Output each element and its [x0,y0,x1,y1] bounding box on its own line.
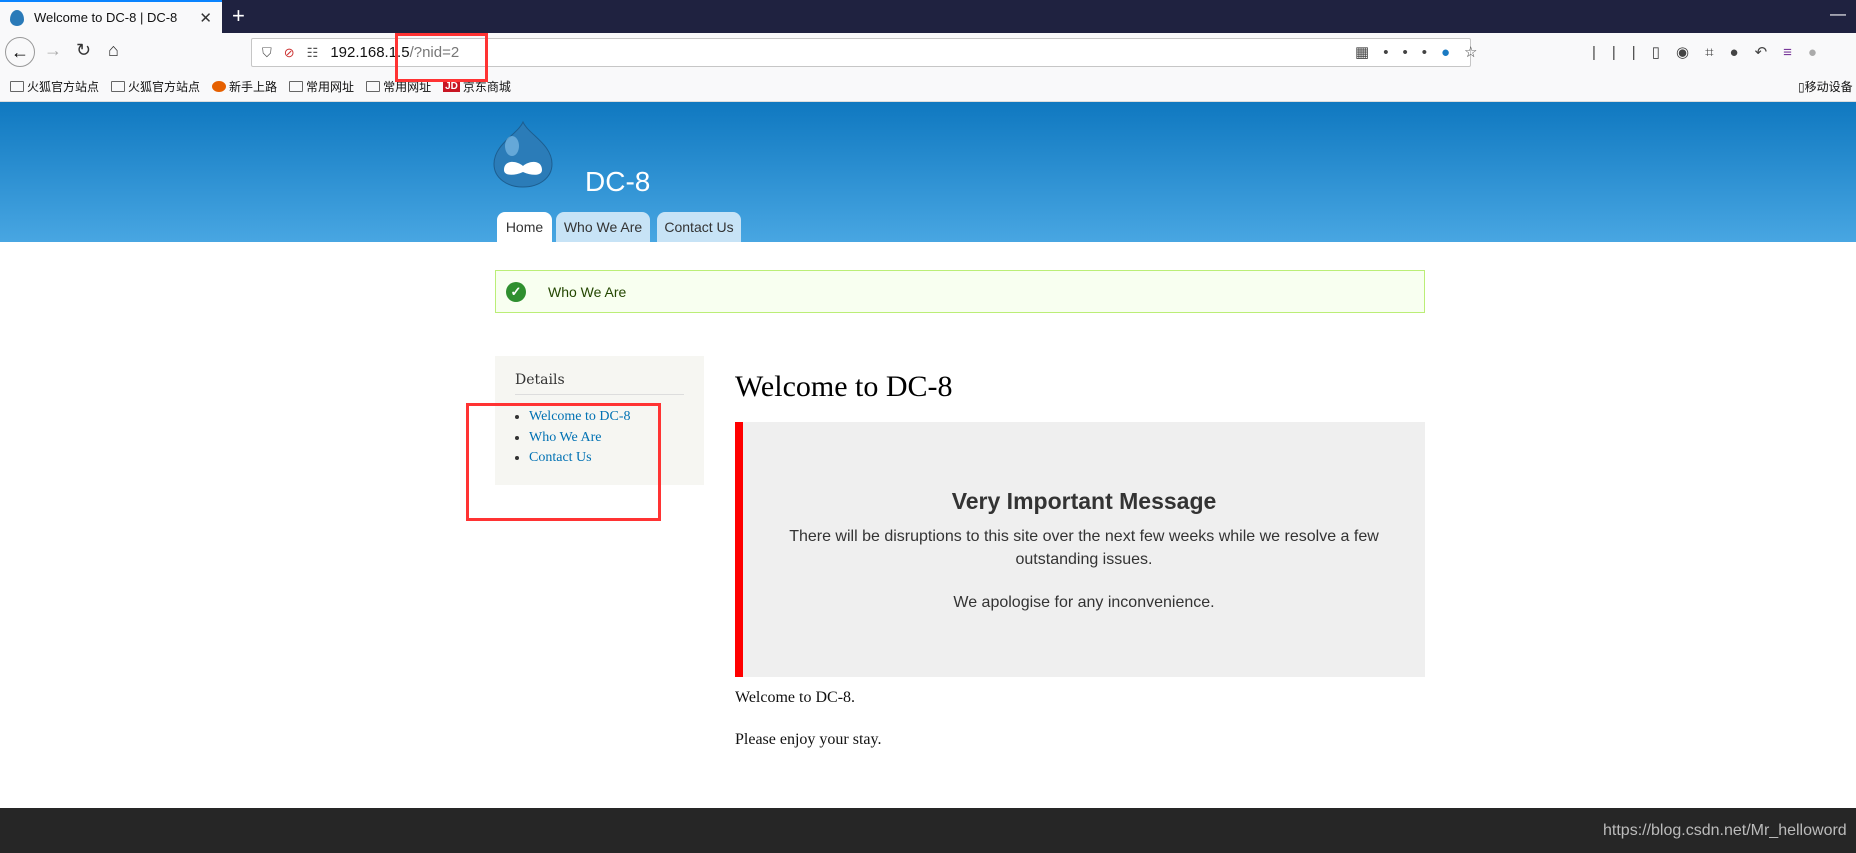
important-heading: Very Important Message [951,488,1217,514]
drupal-logo[interactable] [492,120,554,188]
site-name[interactable]: DC-8 [585,166,650,198]
mobile-bookmarks[interactable]: ▯移动设备 [1798,78,1853,95]
bookmark-label: 火狐官方站点 [128,79,201,94]
forward-button[interactable]: → [44,40,62,61]
bookmark-label: 常用网址 [306,79,355,94]
more-icon[interactable]: ••• [1383,44,1441,61]
folder-icon [111,80,126,92]
site-header [0,102,1856,242]
permissions-icon: ☷ [306,44,319,60]
important-text: We apologise for any inconvenience. [953,594,1215,611]
home-button[interactable]: ⌂ [108,40,119,61]
library-icon[interactable]: ||| [1592,44,1652,61]
drupal-icon[interactable]: ● [1441,44,1464,61]
insecure-lock-icon: ⊘ [283,44,295,60]
crop-icon[interactable]: ⌗ [1705,44,1729,61]
check-icon: ✓ [506,281,526,302]
status-message-text: Who We Are [548,283,627,300]
browser-tab[interactable]: Welcome to DC-8 | DC-8 ✕ [0,0,222,33]
new-tab-button[interactable]: + [232,3,245,29]
sidebar-icon[interactable]: ▯ [1652,44,1676,61]
status-message: ✓ Who We Are [495,270,1425,313]
star-icon[interactable]: ☆ [1464,44,1491,61]
bookmark[interactable]: 火狐官方站点 [111,78,200,95]
addon-icon[interactable]: ● [1808,44,1833,61]
folder-icon [10,80,24,92]
toolbar-icons[interactable]: |||▯◉⌗●↶≡● [1592,43,1833,61]
annotation-box [395,33,488,82]
drupal-favicon-icon [10,9,24,26]
bookmarks-bar: 火狐官方站点 火狐官方站点 新手上路 常用网址 常用网址 JD 京东商城 [0,71,1856,102]
shield-icon: ⛉ [262,44,272,60]
bookmark[interactable]: 常用网址 [289,78,354,95]
page-title: Welcome to DC-8 [735,370,953,403]
annotation-box [466,403,661,521]
folder-icon [366,80,381,92]
firefox-icon [212,80,227,92]
undo-icon[interactable]: ↶ [1755,44,1784,61]
back-button[interactable]: ← [5,37,35,67]
body-paragraph: Welcome to DC-8. [735,689,856,706]
close-tab-icon[interactable]: ✕ [199,9,212,27]
important-message: Very Important Message There will be dis… [735,422,1425,677]
mobile-bookmarks-label: 移动设备 [1804,80,1853,94]
url-actions[interactable]: ▦•••●☆ [1355,43,1491,61]
folder-icon [289,80,304,92]
body-paragraph: Please enjoy your stay. [735,731,882,748]
jd-icon: JD [443,80,460,92]
bookmark[interactable]: 新手上路 [212,78,277,95]
minimize-icon[interactable]: — [1830,6,1846,24]
bookmark-label: 火狐官方站点 [27,79,100,94]
watermark: https://blog.csdn.net/Mr_helloword [1603,822,1847,839]
tab-title: Welcome to DC-8 | DC-8 [34,10,178,25]
footer [0,808,1856,853]
account-icon[interactable]: ◉ [1676,44,1705,61]
browser-titlebar [0,0,1856,33]
bookmark-label: 新手上路 [229,79,278,94]
qr-icon[interactable]: ▦ [1355,44,1383,61]
important-text: There will be disruptions to this site o… [789,528,1379,568]
extension-icon[interactable]: ≡ [1783,44,1808,61]
reload-button[interactable]: ↻ [76,40,91,61]
bookmark[interactable]: 火狐官方站点 [10,78,99,95]
tab-who-we-are[interactable]: Who We Are [556,212,650,242]
tab-contact-us[interactable]: Contact Us [657,212,741,242]
tab-home[interactable]: Home [497,212,552,242]
chat-icon[interactable]: ● [1730,44,1755,61]
sidebar-title: Details [515,372,684,395]
